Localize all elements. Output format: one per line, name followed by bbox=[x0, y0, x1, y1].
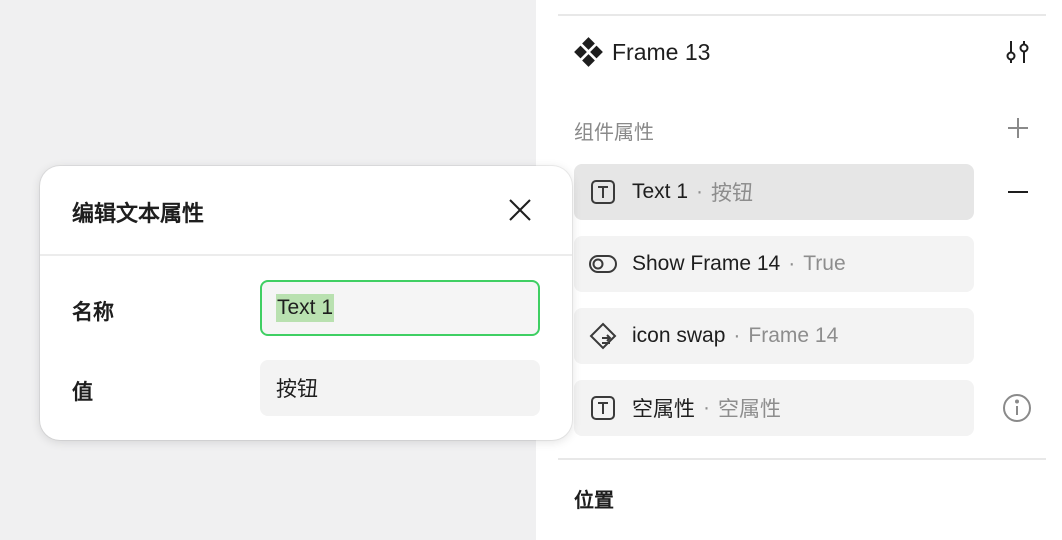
property-value: 空属性 bbox=[718, 398, 781, 421]
edit-text-property-dialog: 编辑文本属性 名称 Text 1 值 按钮 bbox=[40, 166, 572, 440]
property-separator: · bbox=[703, 396, 710, 419]
text-icon bbox=[591, 180, 615, 204]
name-input-value: Text 1 bbox=[276, 294, 335, 322]
position-section-label: 位置 bbox=[574, 490, 614, 512]
component-icon bbox=[574, 37, 603, 67]
property-separator: · bbox=[788, 252, 796, 275]
name-input[interactable]: Text 1 bbox=[260, 280, 540, 336]
property-separator: · bbox=[733, 324, 741, 347]
frame-title: Frame 13 bbox=[612, 38, 711, 65]
text-icon bbox=[591, 396, 615, 420]
property-separator: · bbox=[696, 180, 704, 203]
adjust-icon[interactable] bbox=[1004, 38, 1032, 66]
section-divider bbox=[558, 458, 1046, 460]
top-divider bbox=[558, 14, 1046, 16]
property-row-icon-swap[interactable]: icon swap · Frame 14 bbox=[574, 308, 974, 364]
dialog-divider bbox=[40, 254, 572, 256]
property-name: Text 1 bbox=[632, 180, 689, 203]
property-value: 按钮 bbox=[711, 182, 754, 205]
property-value: Frame 14 bbox=[748, 324, 839, 347]
property-row-empty[interactable]: 空属性 · 空属性 bbox=[574, 380, 974, 436]
add-property-icon[interactable] bbox=[1006, 116, 1030, 140]
property-name: icon swap bbox=[632, 324, 726, 347]
component-properties-label: 组件属性 bbox=[574, 122, 654, 144]
value-input[interactable]: 按钮 bbox=[260, 360, 540, 416]
frame-header: Frame 13 bbox=[574, 34, 710, 70]
value-label: 值 bbox=[72, 381, 93, 404]
property-name: 空属性 bbox=[632, 398, 695, 421]
dialog-title: 编辑文本属性 bbox=[72, 201, 205, 226]
property-name: Show Frame 14 bbox=[632, 252, 781, 275]
instance-swap-icon bbox=[589, 322, 617, 350]
info-icon[interactable] bbox=[1002, 393, 1032, 423]
name-label: 名称 bbox=[72, 301, 114, 324]
property-row-show-frame[interactable]: Show Frame 14 · True bbox=[574, 236, 974, 292]
property-row-text1[interactable]: Text 1 · 按钮 bbox=[574, 164, 974, 220]
properties-panel: Frame 13 组件属性 Text 1 · 按钮 Show Frame 14 … bbox=[536, 0, 1062, 540]
value-input-value: 按钮 bbox=[276, 378, 318, 401]
remove-property-icon[interactable] bbox=[1006, 180, 1030, 204]
close-icon[interactable] bbox=[506, 196, 534, 224]
property-value: True bbox=[803, 252, 846, 275]
toggle-icon bbox=[589, 255, 617, 273]
